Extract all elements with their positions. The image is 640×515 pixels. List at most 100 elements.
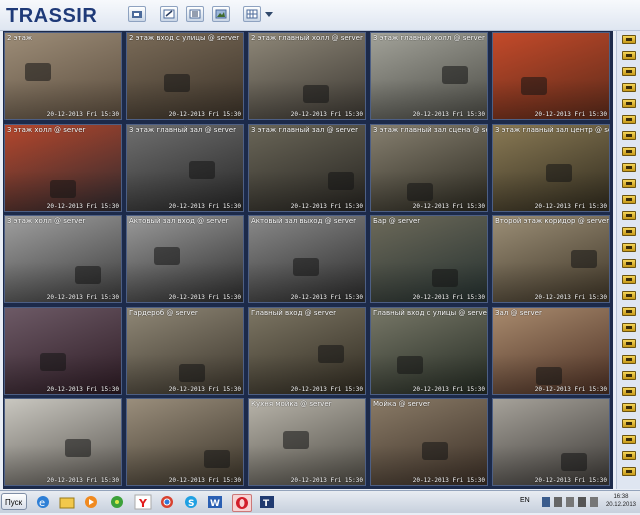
camera-list-icon[interactable] <box>622 403 636 412</box>
language-indicator[interactable]: EN <box>520 497 530 504</box>
camera-view[interactable]: 3 этаж главный холл @ server 20-12-2013 F… <box>370 32 488 120</box>
camera-list-icon[interactable] <box>622 147 636 156</box>
tray-icons <box>542 497 598 507</box>
chevron-down-icon[interactable] <box>265 12 273 17</box>
yandex-icon[interactable]: Y <box>134 494 152 510</box>
scene-object <box>75 266 101 285</box>
scene-object <box>546 163 572 182</box>
camera-list-icon[interactable] <box>622 323 636 332</box>
start-button[interactable]: Пуск <box>1 493 27 510</box>
scene-object <box>154 247 180 266</box>
camera-list-icon[interactable] <box>622 435 636 444</box>
camera-view[interactable]: 2 этаж 20-12-2013 Fri 15:30 <box>4 32 122 120</box>
trassir-icon[interactable]: T <box>258 494 276 510</box>
camera-list-icon[interactable] <box>622 291 636 300</box>
camera-view[interactable]: Второй этаж коридор @ server 20-12-2013 F… <box>492 215 610 304</box>
camera-list-icon[interactable] <box>622 275 636 284</box>
ie-icon[interactable]: e <box>34 494 52 510</box>
camera-list-icon[interactable] <box>622 467 636 476</box>
camera-view[interactable]: Бар @ server 20-12-2013 Fri 15:30 <box>370 215 488 304</box>
camera-timestamp: 20-12-2013 Fri 15:30 <box>168 385 241 393</box>
camera-view[interactable]: 3 этаж главный зал сцена @ server 20-12-2… <box>370 123 488 212</box>
camera-list-icon[interactable] <box>622 243 636 252</box>
camera-list-icon[interactable] <box>622 67 636 76</box>
scene-object <box>397 355 423 374</box>
camera-view[interactable]: 3 этаж главный зал центр @ server 20-12-2… <box>492 123 610 212</box>
word-icon[interactable]: W <box>206 494 224 510</box>
camera-label: Гардероб @ server <box>129 308 198 317</box>
media-player-icon[interactable] <box>82 494 100 510</box>
layout-icon[interactable] <box>186 6 204 22</box>
camera-list-icon[interactable] <box>622 195 636 204</box>
camera-label: 2 этаж <box>7 34 33 42</box>
camera-list-icon[interactable] <box>622 355 636 364</box>
camera-view[interactable]: 20-12-2013 Fri 15:30 <box>126 398 244 487</box>
camera-list-icon[interactable] <box>622 371 636 380</box>
camera-list-icon[interactable] <box>622 227 636 236</box>
camera-view[interactable]: Актовый зал вход @ server 20-12-2013 Fri … <box>126 215 244 304</box>
camera-view[interactable]: Главный вход с улицы @ server 20-12-2013 … <box>370 306 488 395</box>
camera-list-icon[interactable] <box>622 179 636 188</box>
camera-view[interactable]: 20-12-2013 Fri 15:30 <box>492 398 610 487</box>
camera-label: 2 этаж главный холл @ server <box>251 34 363 42</box>
screen-layout-icon[interactable] <box>243 6 261 22</box>
camera-list-icon[interactable] <box>622 35 636 44</box>
camera-view[interactable]: 2 этаж вход с улицы @ server 20-12-2013 F… <box>126 32 244 120</box>
camera-label: 3 этаж главный зал сцена @ server <box>373 125 487 134</box>
edit-icon[interactable] <box>160 6 178 22</box>
scene-object <box>432 269 458 288</box>
svg-text:S: S <box>188 499 194 509</box>
scene-object <box>204 450 230 469</box>
camera-grid: 2 этаж 20-12-2013 Fri 15:30 2 этаж вход с … <box>3 31 613 489</box>
camera-view[interactable]: 20-12-2013 Fri 15:30 <box>492 32 610 120</box>
camera-view[interactable]: Актовый зал выход @ server 20-12-2013 Fri… <box>248 215 366 304</box>
image-icon[interactable] <box>212 6 230 22</box>
camera-label: Зал @ server <box>495 308 542 317</box>
folder-icon[interactable] <box>58 494 76 510</box>
camera-timestamp: 20-12-2013 Fri 15:30 <box>534 477 607 485</box>
camera-view[interactable]: 3 этаж главный зал @ server 20-12-2013 Fr… <box>126 123 244 212</box>
scene-object <box>561 453 587 472</box>
camera-list-icon[interactable] <box>622 259 636 268</box>
camera-list-icon[interactable] <box>622 419 636 428</box>
camera-timestamp: 20-12-2013 Fri 15:30 <box>534 294 607 302</box>
camera-view[interactable]: Зал @ server 20-12-2013 Fri 15:30 <box>492 306 610 395</box>
camera-view[interactable]: 3 этаж холл @ server 20-12-2013 Fri 15:30 <box>4 123 122 212</box>
scene-object <box>283 431 309 450</box>
camera-view[interactable]: 3 этаж главный зал @ server 20-12-2013 Fr… <box>248 123 366 212</box>
camera-view[interactable]: Мойка @ server 20-12-2013 Fri 15:30 <box>370 398 488 487</box>
scene-object <box>318 344 344 363</box>
camera-list-icon[interactable] <box>622 83 636 92</box>
svg-text:W: W <box>210 499 220 509</box>
camera-list-icon[interactable] <box>622 339 636 348</box>
camera-timestamp: 20-12-2013 Fri 15:30 <box>168 202 241 210</box>
camera-list-icon[interactable] <box>622 451 636 460</box>
camera-list-icon[interactable] <box>622 307 636 316</box>
camera-list-icon[interactable] <box>622 163 636 172</box>
camera-list-icon[interactable] <box>622 131 636 140</box>
camera-list-icon[interactable] <box>622 115 636 124</box>
clock-time: 16:38 <box>613 494 629 500</box>
camera-view[interactable]: 2 этаж главный холл @ server 20-12-2013 F… <box>248 32 366 120</box>
camera-view[interactable]: 20-12-2013 Fri 15:30 <box>4 306 122 395</box>
scene-object <box>422 442 448 461</box>
windows-taskbar: Пуск e Y S W T EN 16:38 20.12.2013 <box>0 490 640 513</box>
flower-icon[interactable] <box>108 494 126 510</box>
camera-view[interactable]: Главный вход @ server 20-12-2013 Fri 15:3… <box>248 306 366 395</box>
camera-list-icon[interactable] <box>622 211 636 220</box>
scene-object <box>407 182 433 201</box>
camera-timestamp: 20-12-2013 Fri 15:30 <box>290 294 363 302</box>
camera-view[interactable]: 20-12-2013 Fri 15:30 <box>4 398 122 487</box>
clock[interactable]: 16:38 20.12.2013 <box>606 493 636 509</box>
camera-list-icon[interactable] <box>622 99 636 108</box>
camera-sidebar <box>616 31 640 489</box>
skype-icon[interactable]: S <box>182 494 200 510</box>
camera-list-icon[interactable] <box>622 51 636 60</box>
camera-settings-icon[interactable] <box>128 6 146 22</box>
camera-view[interactable]: Кухня мойка @ server 20-12-2013 Fri 15:30 <box>248 398 366 487</box>
camera-view[interactable]: Гардероб @ server 20-12-2013 Fri 15:30 <box>126 306 244 395</box>
opera-icon[interactable] <box>232 494 252 512</box>
chrome-icon[interactable] <box>158 494 176 510</box>
camera-view[interactable]: 3 этаж холл @ server 20-12-2013 Fri 15:30 <box>4 215 122 304</box>
camera-list-icon[interactable] <box>622 387 636 396</box>
